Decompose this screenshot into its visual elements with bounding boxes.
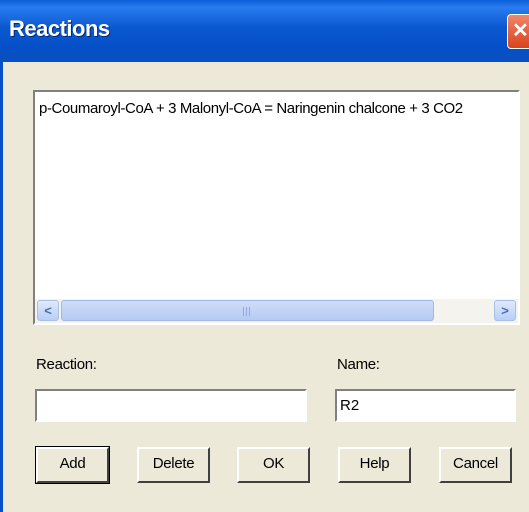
scrollbar-grip-icon xyxy=(243,307,252,316)
close-icon[interactable] xyxy=(507,14,529,49)
scroll-left-icon[interactable]: < xyxy=(37,300,59,321)
help-button[interactable]: Help xyxy=(338,447,411,483)
scrollbar-thumb[interactable] xyxy=(61,300,434,321)
title-bar[interactable]: Reactions xyxy=(0,0,529,62)
reaction-input[interactable] xyxy=(35,389,307,422)
horizontal-scrollbar[interactable]: < > xyxy=(35,299,518,323)
name-input[interactable] xyxy=(335,389,516,422)
reactions-listbox[interactable]: p-Coumaroyl-CoA + 3 Malonyl-CoA = Naring… xyxy=(33,90,520,325)
reaction-label: Reaction: xyxy=(36,356,97,373)
add-button[interactable]: Add xyxy=(35,446,110,484)
scroll-right-icon[interactable]: > xyxy=(494,300,516,321)
delete-button[interactable]: Delete xyxy=(137,447,210,483)
window-title: Reactions xyxy=(9,16,110,41)
list-item[interactable]: p-Coumaroyl-CoA + 3 Malonyl-CoA = Naring… xyxy=(39,100,463,117)
cancel-button[interactable]: Cancel xyxy=(439,447,512,483)
name-label: Name: xyxy=(337,356,380,373)
ok-button[interactable]: OK xyxy=(237,447,310,483)
